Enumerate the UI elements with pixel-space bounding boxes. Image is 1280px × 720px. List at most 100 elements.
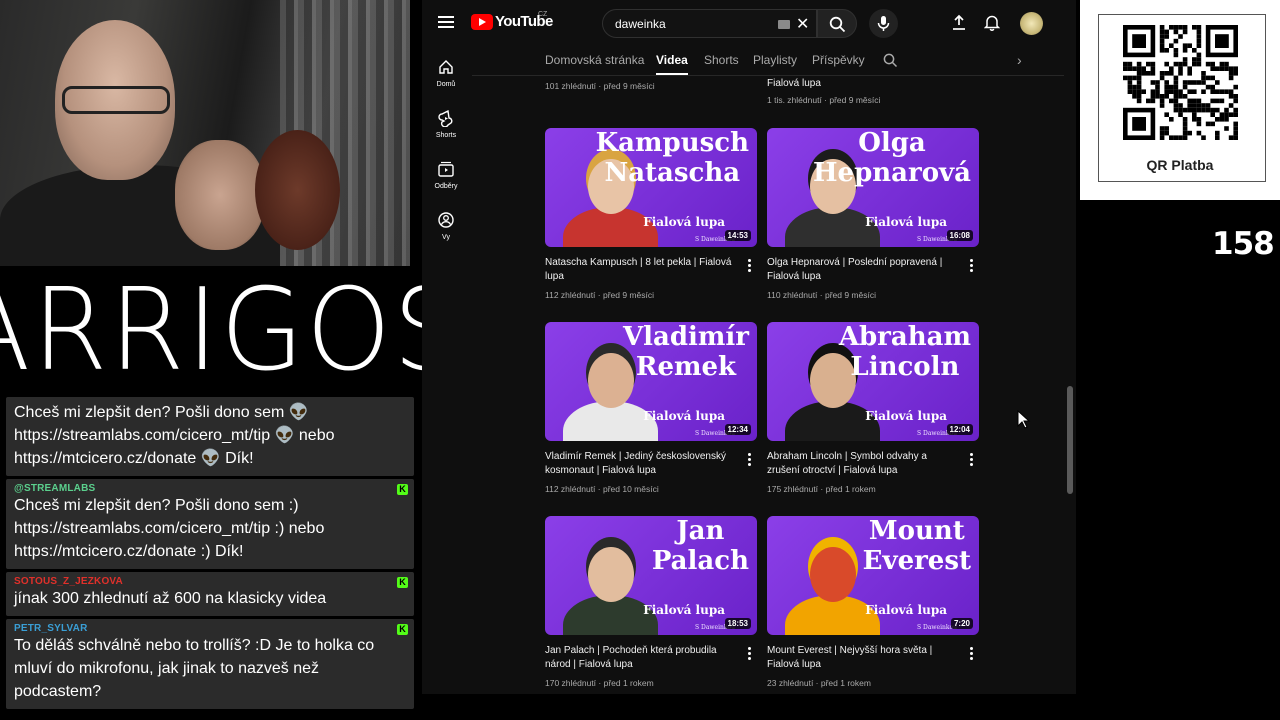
video-meta: 112 zhlédnutí · před 9 měsíci <box>545 290 654 300</box>
clear-search-icon[interactable]: ✕ <box>796 14 809 34</box>
video-thumbnail[interactable]: Kampusch Natascha Fialová lupa S Daweink… <box>545 128 757 247</box>
chat-text: To děláš schválně nebo to trollíš? :D Je… <box>14 637 375 700</box>
video-thumbnail[interactable]: Vladimír Remek Fialová lupa S Daweinkou … <box>545 322 757 441</box>
thumbnail-title: Jan Palach <box>651 516 749 576</box>
video-card[interactable]: Olga Hepnarová Fialová lupa S Daweinkou … <box>767 128 979 301</box>
tabs-chevron-right-icon[interactable]: › <box>1017 52 1022 68</box>
thumbnail-title: Vladimír Remek <box>622 322 749 382</box>
home-icon <box>439 60 453 74</box>
video-meta: 110 zhlédnutí · před 9 měsíci <box>767 290 876 300</box>
search-icon <box>829 16 846 33</box>
qr-code <box>1123 25 1238 140</box>
video-card[interactable]: Jan Palach Fialová lupa S Daweinkou 18:5… <box>545 516 757 689</box>
viewer-counter: 158 <box>1212 226 1275 262</box>
chat-panel: Chceš mi zlepšit den? Pošli dono sem 👽 h… <box>0 394 422 720</box>
keyboard-icon[interactable] <box>778 20 790 29</box>
thumbnail-brand: Fialová lupa <box>865 215 947 229</box>
video-title[interactable]: Mount Everest | Nejvyšší hora světa | Fi… <box>767 644 957 672</box>
video-meta: 1 tis. zhlédnutí · před 9 měsíci <box>767 95 881 105</box>
tab-home[interactable]: Domovská stránka <box>545 53 644 67</box>
video-thumbnail[interactable]: Abraham Lincoln Fialová lupa S Daweinkou… <box>767 322 979 441</box>
voice-search-button[interactable] <box>869 9 898 38</box>
channel-logo-text: ARRIGOS <box>0 264 464 396</box>
thumbnail-brand: Fialová lupa <box>643 215 725 229</box>
thumbnail-brand: Fialová lupa <box>643 603 725 617</box>
thumbnail-portrait <box>563 535 658 635</box>
thumbnail-brand: Fialová lupa <box>865 603 947 617</box>
chat-author[interactable]: SOTOUS_Z_JEZKOVA <box>14 576 406 587</box>
kick-badge-icon: K <box>397 484 408 495</box>
video-title[interactable]: Jan Palach | Pochodeň která probudila ná… <box>545 644 735 672</box>
video-title[interactable]: Vladimír Remek | Jediný československý k… <box>545 450 735 478</box>
notifications-bell-icon[interactable] <box>984 14 1000 31</box>
chat-message: SOTOUS_Z_JEZKOVA jínak 300 zhlednutí až 6… <box>6 572 414 616</box>
plush-toy <box>255 130 340 250</box>
upload-icon[interactable] <box>951 14 967 31</box>
video-meta: 175 zhlédnutí · před 1 rokem <box>767 484 876 494</box>
top-bar: YouTube CZ daweinka ✕ <box>422 0 1076 46</box>
thumbnail-brand: Fialová lupa <box>643 409 725 423</box>
qr-panel: QR Platba <box>1080 0 1280 200</box>
video-card[interactable]: Abraham Lincoln Fialová lupa S Daweinkou… <box>767 322 979 495</box>
kick-badge-icon: K <box>397 624 408 635</box>
youtube-logo[interactable]: YouTube CZ <box>471 11 553 30</box>
video-title[interactable]: Natascha Kampusch | 8 let pekla | Fialov… <box>545 256 735 284</box>
video-duration: 18:53 <box>724 618 751 629</box>
chat-message: @STREAMLABS Chceš mi zlepšit den? Pošli d… <box>6 479 414 569</box>
microphone-icon <box>877 16 890 31</box>
chat-text: Chceš mi zlepšit den? Pošli dono sem :) … <box>14 497 325 560</box>
video-meta: 170 zhlédnutí · před 1 rokem <box>545 678 654 688</box>
video-title[interactable]: Abraham Lincoln | Symbol odvahy a zrušen… <box>767 450 957 478</box>
video-thumbnail[interactable]: Jan Palach Fialová lupa S Daweinkou 18:5… <box>545 516 757 635</box>
video-duration: 16:08 <box>946 230 973 241</box>
search-button[interactable] <box>817 9 857 38</box>
more-actions-icon[interactable] <box>748 259 752 274</box>
video-meta: 23 zhlédnutí · před 1 rokem <box>767 678 871 688</box>
chat-text: jínak 300 zhlednutí až 600 na klasicky v… <box>14 590 327 607</box>
streamer-hand <box>175 140 265 250</box>
tab-shorts[interactable]: Shorts <box>704 53 739 67</box>
chat-message: PETR_SYLVAR To děláš schválně nebo to tro… <box>6 619 414 709</box>
channel-search-icon[interactable] <box>883 53 898 68</box>
youtube-play-icon <box>471 13 493 30</box>
tab-posts[interactable]: Příspěvky <box>812 53 865 67</box>
video-duration: 12:34 <box>724 424 751 435</box>
thumbnail-title: Abraham Lincoln <box>838 322 971 382</box>
search-value: daweinka <box>615 17 666 31</box>
thumbnail-title: Mount Everest <box>862 516 971 576</box>
video-title[interactable]: Fialová lupa <box>767 77 957 91</box>
hamburger-menu-icon[interactable] <box>438 16 454 28</box>
more-actions-icon[interactable] <box>970 647 974 662</box>
webcam-feed <box>0 0 410 266</box>
chat-text: Chceš mi zlepšit den? Pošli dono sem 👽 h… <box>14 404 335 467</box>
search-input[interactable]: daweinka ✕ <box>602 9 817 38</box>
video-title[interactable]: Olga Hepnarová | Poslední popravená | Fi… <box>767 256 957 284</box>
kick-badge-icon: K <box>397 577 408 588</box>
mouse-cursor-icon <box>1017 410 1031 429</box>
scrollbar-thumb[interactable] <box>1067 386 1073 494</box>
account-avatar[interactable] <box>1020 12 1043 35</box>
more-actions-icon[interactable] <box>748 647 752 662</box>
more-actions-icon[interactable] <box>748 453 752 468</box>
thumbnail-title: Kampusch Natascha <box>595 128 749 188</box>
channel-logo: ARRIGOS <box>0 264 462 395</box>
more-actions-icon[interactable] <box>970 453 974 468</box>
chat-author[interactable]: PETR_SYLVAR <box>14 623 406 634</box>
qr-label: QR Platba <box>1140 157 1220 173</box>
video-meta: 112 zhlédnutí · před 10 měsíci <box>545 484 659 494</box>
video-meta: 101 zhlédnutí · před 9 měsíci <box>545 81 655 91</box>
more-actions-icon[interactable] <box>970 259 974 274</box>
chat-author[interactable]: @STREAMLABS <box>14 483 406 494</box>
chat-message: Chceš mi zlepšit den? Pošli dono sem 👽 h… <box>6 397 414 476</box>
video-card[interactable]: Kampusch Natascha Fialová lupa S Daweink… <box>545 128 757 301</box>
tab-videos[interactable]: Videa <box>656 53 688 75</box>
streamer-glasses <box>62 86 170 114</box>
tab-playlists[interactable]: Playlisty <box>753 53 797 67</box>
thumbnail-title: Olga Hepnarová <box>812 128 971 188</box>
video-thumbnail[interactable]: Olga Hepnarová Fialová lupa S Daweinkou … <box>767 128 979 247</box>
youtube-window: YouTube CZ daweinka ✕ Domů Shorts Odběry Vy… <box>422 0 1076 694</box>
video-thumbnail[interactable]: Mount Everest Fialová lupa S Daweinkou 7… <box>767 516 979 635</box>
video-card[interactable]: Mount Everest Fialová lupa S Daweinkou 7… <box>767 516 979 689</box>
video-card[interactable]: Vladimír Remek Fialová lupa S Daweinkou … <box>545 322 757 495</box>
video-duration: 12:04 <box>946 424 973 435</box>
